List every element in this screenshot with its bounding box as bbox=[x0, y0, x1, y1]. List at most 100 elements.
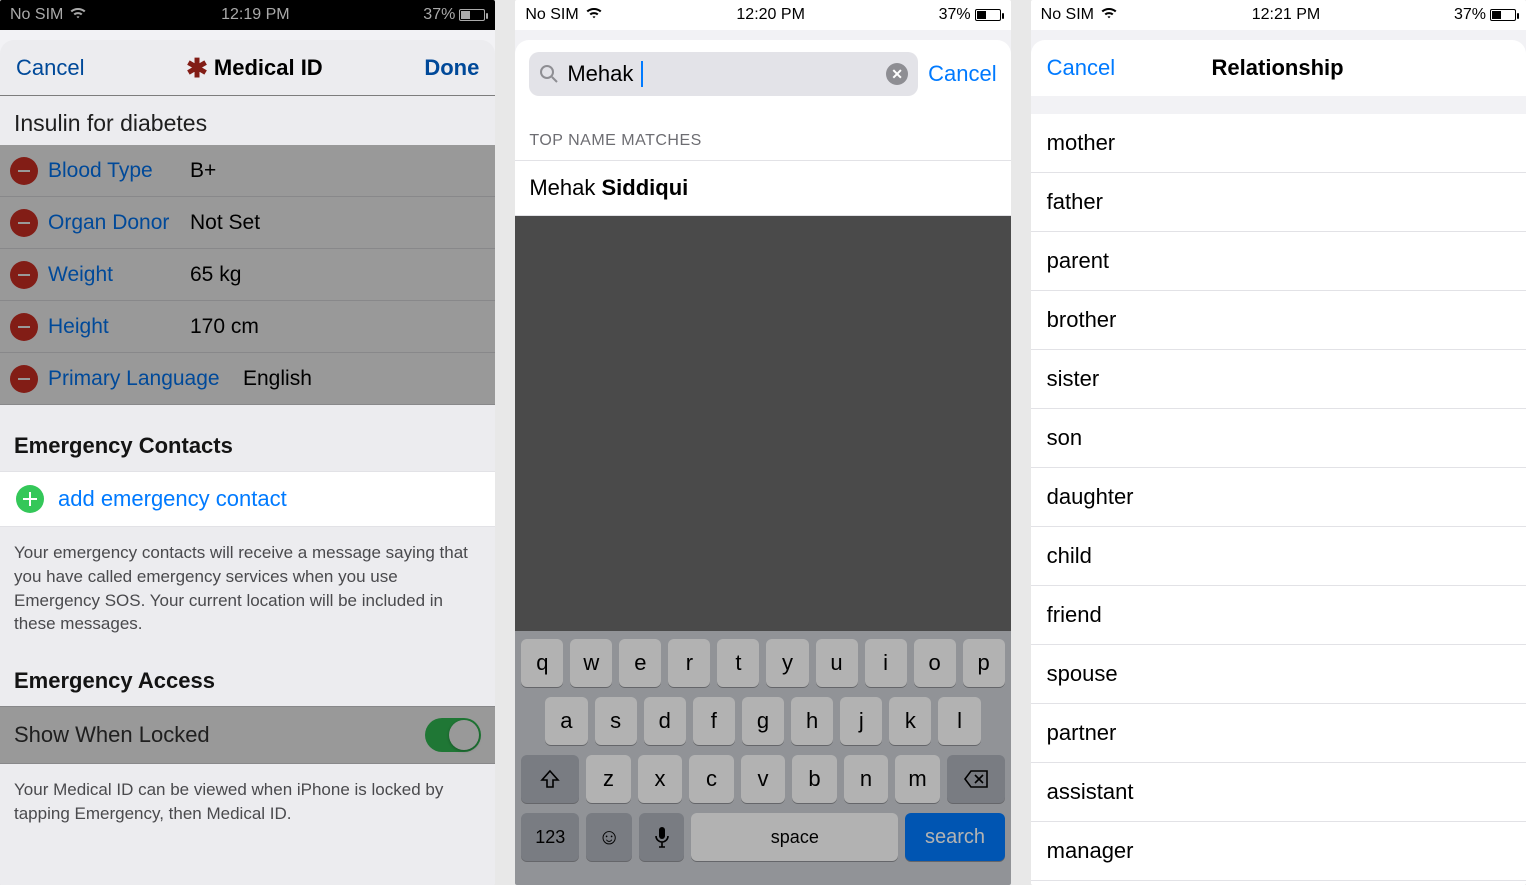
done-button[interactable]: Done bbox=[424, 55, 479, 81]
key-k[interactable]: k bbox=[889, 697, 931, 745]
key-w[interactable]: w bbox=[570, 639, 612, 687]
key-u[interactable]: u bbox=[816, 639, 858, 687]
medical-id-sheet: Cancel ✱ Medical ID Done Insulin for dia… bbox=[0, 40, 495, 885]
relationship-option[interactable]: friend bbox=[1031, 586, 1526, 645]
relationship-option[interactable]: partner bbox=[1031, 704, 1526, 763]
clock-label: 12:21 PM bbox=[1252, 6, 1320, 24]
relationship-option[interactable]: mother bbox=[1031, 114, 1526, 173]
key-q[interactable]: q bbox=[521, 639, 563, 687]
key-n[interactable]: n bbox=[844, 755, 889, 803]
remove-icon[interactable] bbox=[10, 365, 38, 393]
wifi-icon bbox=[69, 6, 87, 25]
screen-relationship-picker: No SIM 12:21 PM 37% Cancel Relationship … bbox=[1031, 0, 1526, 885]
medical-field-row[interactable]: Organ DonorNot Set bbox=[0, 197, 495, 249]
key-e[interactable]: e bbox=[619, 639, 661, 687]
key-g[interactable]: g bbox=[742, 697, 784, 745]
space-key[interactable]: space bbox=[691, 813, 898, 861]
medical-field-row[interactable]: Primary LanguageEnglish bbox=[0, 353, 495, 405]
add-contact-label: add emergency contact bbox=[58, 486, 287, 512]
search-field[interactable]: Mehak ✕ bbox=[529, 52, 918, 96]
clear-search-icon[interactable]: ✕ bbox=[886, 63, 908, 85]
medical-fields-list: Blood TypeB+Organ DonorNot SetWeight65 k… bbox=[0, 145, 495, 405]
relationship-option[interactable]: assistant bbox=[1031, 763, 1526, 822]
emergency-contacts-heading: Emergency Contacts bbox=[0, 405, 495, 471]
result-first-name: Mehak bbox=[529, 175, 601, 200]
field-label: Weight bbox=[48, 263, 190, 287]
relationship-option[interactable]: child bbox=[1031, 527, 1526, 586]
key-b[interactable]: b bbox=[792, 755, 837, 803]
key-h[interactable]: h bbox=[791, 697, 833, 745]
key-z[interactable]: z bbox=[586, 755, 631, 803]
key-c[interactable]: c bbox=[689, 755, 734, 803]
cancel-button[interactable]: Cancel bbox=[928, 61, 996, 87]
relationship-option[interactable]: son bbox=[1031, 409, 1526, 468]
battery-pct-label: 37% bbox=[423, 6, 455, 24]
wifi-icon bbox=[585, 6, 603, 25]
medical-field-row[interactable]: Height170 cm bbox=[0, 301, 495, 353]
numbers-key[interactable]: 123 bbox=[521, 813, 579, 861]
title-text: Medical ID bbox=[214, 55, 323, 81]
key-m[interactable]: m bbox=[895, 755, 940, 803]
medical-field-row[interactable]: Weight65 kg bbox=[0, 249, 495, 301]
search-bar: Mehak ✕ Cancel bbox=[515, 40, 1010, 108]
battery-pct-label: 37% bbox=[939, 6, 971, 24]
show-when-locked-row: Show When Locked bbox=[0, 706, 495, 764]
remove-icon[interactable] bbox=[10, 157, 38, 185]
search-key[interactable]: search bbox=[905, 813, 1004, 861]
wifi-icon bbox=[1100, 6, 1118, 25]
field-value: B+ bbox=[190, 159, 216, 183]
key-d[interactable]: d bbox=[644, 697, 686, 745]
key-p[interactable]: p bbox=[963, 639, 1005, 687]
field-label: Height bbox=[48, 315, 190, 339]
backspace-key[interactable] bbox=[947, 755, 1005, 803]
remove-icon[interactable] bbox=[10, 313, 38, 341]
sheet-header: Cancel Relationship bbox=[1031, 40, 1526, 96]
keyboard[interactable]: qwertyuiop asdfghjkl zxcvbnm 123 ☺ space… bbox=[515, 631, 1010, 885]
relationship-option[interactable]: daughter bbox=[1031, 468, 1526, 527]
add-emergency-contact-row[interactable]: add emergency contact bbox=[0, 471, 495, 527]
battery-pct-label: 37% bbox=[1454, 6, 1486, 24]
carrier-label: No SIM bbox=[10, 6, 63, 24]
field-label: Primary Language bbox=[48, 367, 243, 391]
emoji-key[interactable]: ☺ bbox=[586, 813, 632, 861]
key-j[interactable]: j bbox=[840, 697, 882, 745]
key-o[interactable]: o bbox=[914, 639, 956, 687]
carrier-label: No SIM bbox=[525, 6, 578, 24]
field-label: Organ Donor bbox=[48, 211, 190, 235]
relationship-option[interactable]: parent bbox=[1031, 232, 1526, 291]
cancel-button[interactable]: Cancel bbox=[1047, 55, 1115, 81]
page-title: ✱ Medical ID bbox=[186, 55, 323, 81]
relationship-option[interactable]: brother bbox=[1031, 291, 1526, 350]
show-when-locked-toggle[interactable] bbox=[425, 718, 481, 752]
emergency-access-heading: Emergency Access bbox=[0, 640, 495, 706]
result-last-name: Siddiqui bbox=[601, 175, 688, 200]
cancel-button[interactable]: Cancel bbox=[16, 55, 84, 81]
shift-key[interactable] bbox=[521, 755, 579, 803]
relationship-option[interactable]: manager bbox=[1031, 822, 1526, 881]
status-bar: No SIM 12:21 PM 37% bbox=[1031, 0, 1526, 30]
relationship-option[interactable]: sister bbox=[1031, 350, 1526, 409]
key-v[interactable]: v bbox=[741, 755, 786, 803]
medical-field-row[interactable]: Blood TypeB+ bbox=[0, 145, 495, 197]
top-name-matches-header: TOP NAME MATCHES bbox=[515, 108, 1010, 161]
screen-medical-id: No SIM 12:19 PM 37% Cancel ✱ Medical ID … bbox=[0, 0, 495, 885]
dictation-key[interactable] bbox=[639, 813, 685, 861]
relationship-option[interactable]: spouse bbox=[1031, 645, 1526, 704]
remove-icon[interactable] bbox=[10, 209, 38, 237]
relationship-option[interactable]: father bbox=[1031, 173, 1526, 232]
key-l[interactable]: l bbox=[938, 697, 980, 745]
text-cursor bbox=[641, 61, 643, 87]
key-r[interactable]: r bbox=[668, 639, 710, 687]
sheet-header: Cancel ✱ Medical ID Done bbox=[0, 40, 495, 96]
key-a[interactable]: a bbox=[545, 697, 587, 745]
key-f[interactable]: f bbox=[693, 697, 735, 745]
key-i[interactable]: i bbox=[865, 639, 907, 687]
search-result-row[interactable]: Mehak Siddiqui bbox=[515, 161, 1010, 216]
key-s[interactable]: s bbox=[595, 697, 637, 745]
field-label: Blood Type bbox=[48, 159, 190, 183]
key-t[interactable]: t bbox=[717, 639, 759, 687]
dimmed-results-area bbox=[515, 216, 1010, 631]
key-x[interactable]: x bbox=[638, 755, 683, 803]
remove-icon[interactable] bbox=[10, 261, 38, 289]
key-y[interactable]: y bbox=[766, 639, 808, 687]
